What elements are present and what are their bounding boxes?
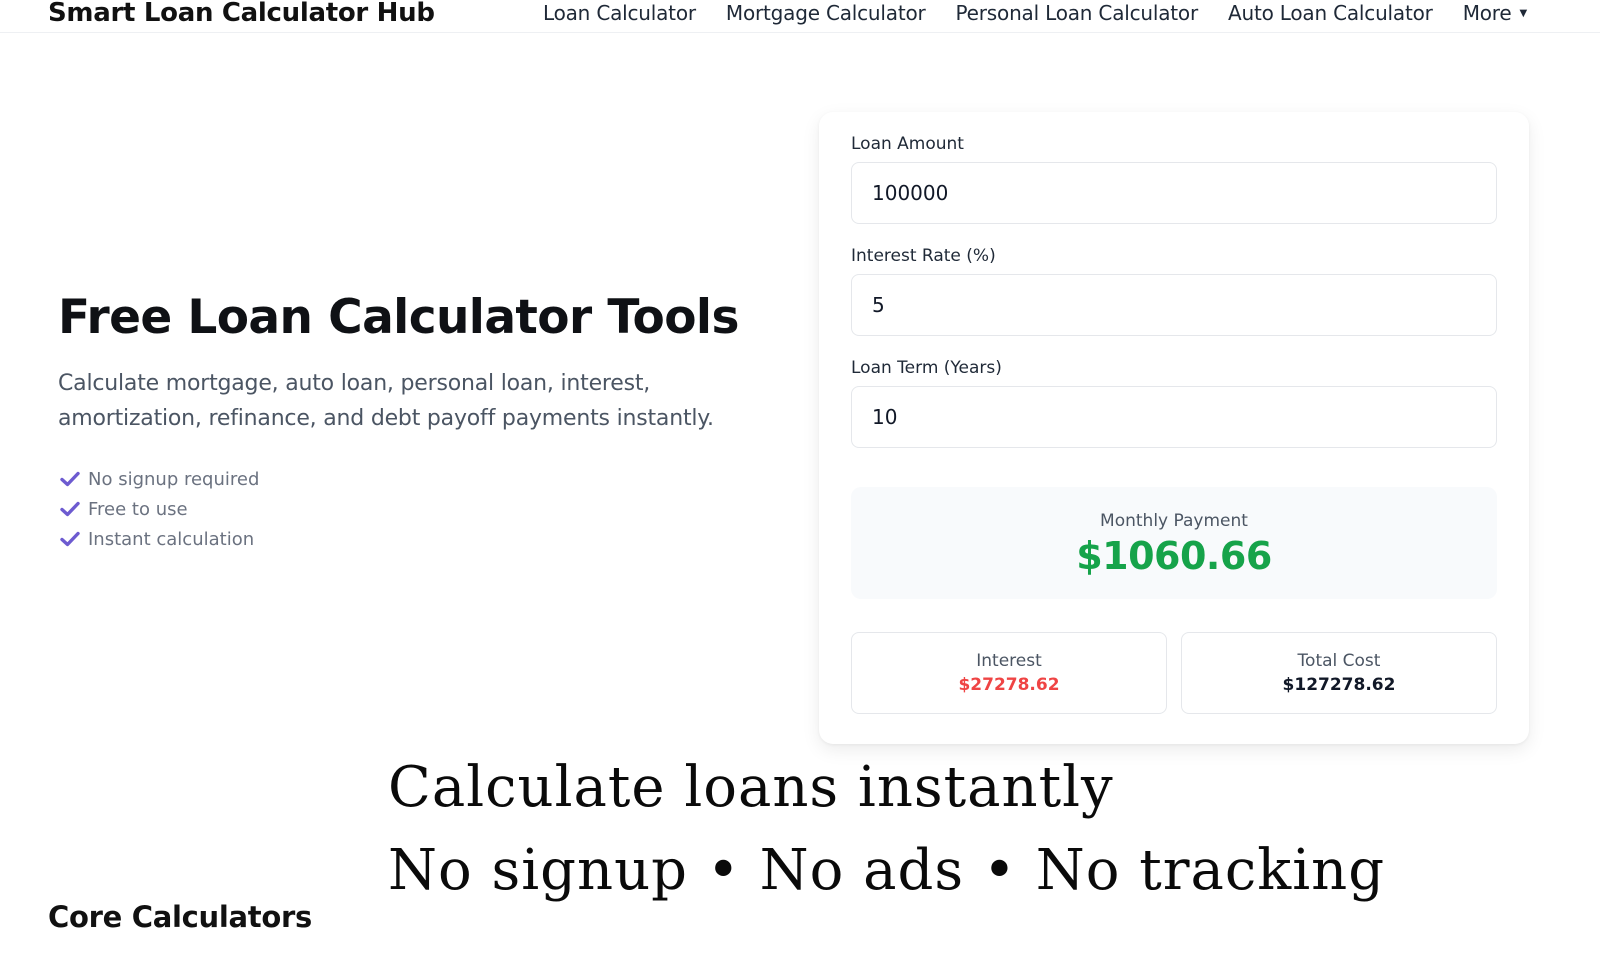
feature-list: No signup required Free to use Instant c…	[60, 464, 259, 554]
nav-personal-loan-calculator[interactable]: Personal Loan Calculator	[956, 1, 1199, 25]
nav-auto-loan-calculator[interactable]: Auto Loan Calculator	[1228, 1, 1433, 25]
feature-item: Free to use	[60, 494, 259, 524]
monthly-payment-panel: Monthly Payment $1060.66	[851, 487, 1497, 599]
loan-calculator-card: Loan Amount Interest Rate (%) Loan Term …	[819, 112, 1529, 744]
core-calculators-heading: Core Calculators	[48, 900, 312, 934]
check-icon	[60, 531, 80, 547]
total-cost-value: $127278.62	[1282, 675, 1396, 695]
nav-mortgage-calculator[interactable]: Mortgage Calculator	[726, 1, 926, 25]
check-icon	[60, 471, 80, 487]
feature-item: No signup required	[60, 464, 259, 494]
overlay-caption-line1: Calculate loans instantly	[388, 755, 1114, 820]
interest-rate-label: Interest Rate (%)	[851, 246, 996, 266]
main-nav: Loan Calculator Mortgage Calculator Pers…	[543, 1, 1527, 25]
check-icon	[60, 501, 80, 517]
feature-label: Instant calculation	[88, 528, 255, 550]
loan-term-input[interactable]	[851, 386, 1497, 448]
total-cost-stat: Total Cost $127278.62	[1181, 632, 1497, 714]
loan-amount-input[interactable]	[851, 162, 1497, 224]
hero-title: Free Loan Calculator Tools	[58, 290, 739, 345]
interest-value: $27278.62	[958, 675, 1060, 695]
site-brand[interactable]: Smart Loan Calculator Hub	[48, 0, 435, 28]
monthly-payment-label: Monthly Payment	[1100, 511, 1248, 531]
total-cost-label: Total Cost	[1297, 651, 1381, 671]
nav-loan-calculator[interactable]: Loan Calculator	[543, 1, 696, 25]
caret-down-icon: ▼	[1519, 7, 1527, 19]
loan-term-label: Loan Term (Years)	[851, 358, 1002, 378]
top-header: Smart Loan Calculator Hub Loan Calculato…	[0, 0, 1600, 33]
monthly-payment-value: $1060.66	[1076, 534, 1272, 578]
interest-label: Interest	[976, 651, 1042, 671]
interest-stat: Interest $27278.62	[851, 632, 1167, 714]
feature-label: No signup required	[88, 468, 260, 490]
nav-more-dropdown[interactable]: More ▼	[1463, 1, 1527, 25]
feature-item: Instant calculation	[60, 524, 259, 554]
loan-amount-label: Loan Amount	[851, 134, 964, 154]
hero-description: Calculate mortgage, auto loan, personal …	[58, 371, 714, 431]
interest-rate-input[interactable]	[851, 274, 1497, 336]
feature-label: Free to use	[88, 498, 188, 520]
overlay-caption-line2: No signup • No ads • No tracking	[388, 838, 1386, 903]
nav-more-label: More	[1462, 1, 1512, 25]
